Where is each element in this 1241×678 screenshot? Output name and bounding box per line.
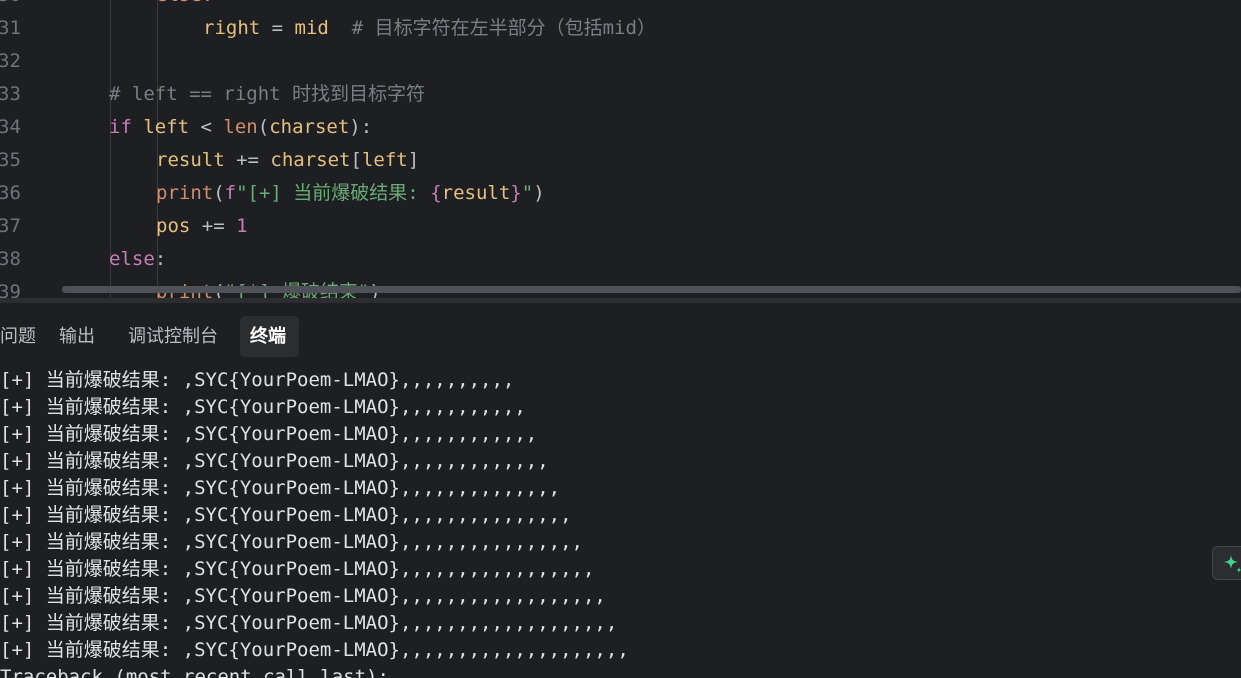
line-number: 36 bbox=[0, 182, 21, 204]
terminal-line: [+] 当前爆破结果: ,SYC{YourPoem-LMAO},,,,,,,,,… bbox=[0, 504, 572, 526]
code-token: " bbox=[521, 182, 534, 204]
code-token: : bbox=[154, 248, 167, 270]
code-token: += bbox=[224, 149, 271, 171]
code-token: { bbox=[430, 182, 442, 204]
line-number: 38 bbox=[0, 248, 21, 270]
code-token: ) bbox=[533, 182, 545, 204]
code-token: ] bbox=[407, 149, 420, 171]
code-content[interactable]: else: bbox=[156, 0, 213, 12]
code-token: } bbox=[510, 182, 522, 204]
code-token: # 目标字符在左半部分（包括mid） bbox=[328, 17, 656, 39]
line-number: 37 bbox=[0, 215, 21, 237]
terminal-line: [+] 当前爆破结果: ,SYC{YourPoem-LMAO},,,,,,,,,… bbox=[0, 585, 606, 607]
code-content[interactable]: print(f"[+] 当前爆破结果: {result}") bbox=[156, 177, 545, 210]
code-token: else bbox=[109, 248, 155, 270]
code-token: += bbox=[190, 215, 237, 237]
code-token: f bbox=[224, 182, 237, 204]
terminal-output[interactable]: [+] 当前爆破结果: ,SYC{YourPoem-LMAO},,,,,,,,,… bbox=[0, 365, 1241, 678]
code-token: charset bbox=[270, 149, 351, 171]
code-token: ): bbox=[349, 116, 373, 138]
line-number: 32 bbox=[0, 50, 21, 72]
code-token: result bbox=[441, 182, 511, 204]
line-number: 33 bbox=[0, 83, 21, 105]
code-line: 36 print(f"[+] 当前爆破结果: {result}") bbox=[0, 177, 1241, 210]
terminal-line: [+] 当前爆破结果: ,SYC{YourPoem-LMAO},,,,,,,,,… bbox=[0, 531, 583, 553]
code-token: left bbox=[361, 149, 408, 171]
code-token: 1 bbox=[236, 215, 248, 237]
terminal-line: [+] 当前爆破结果: ,SYC{YourPoem-LMAO},,,,,,,,,… bbox=[0, 423, 538, 445]
code-line: 34 if left < len(charset): bbox=[0, 111, 1241, 144]
code-content[interactable]: else: bbox=[109, 243, 166, 276]
terminal-line: Traceback (most recent call last): bbox=[0, 666, 389, 678]
tab-terminal[interactable]: 终端 bbox=[240, 316, 299, 357]
code-token: charset bbox=[269, 116, 350, 138]
code-token: left bbox=[143, 116, 190, 138]
ide-window: 30 else: 31 right = mid # 目标字符在左半部分（包括mi… bbox=[0, 0, 1241, 678]
code-token: [ bbox=[350, 149, 362, 171]
tab-output[interactable]: 输出 bbox=[49, 316, 105, 357]
terminal-line: [+] 当前爆破结果: ,SYC{YourPoem-LMAO},,,,,,,,,… bbox=[0, 450, 549, 472]
code-line: 32 bbox=[0, 45, 1241, 78]
terminal-line: [+] 当前爆破结果: ,SYC{YourPoem-LMAO},,,,,,,,,… bbox=[0, 396, 526, 418]
code-token: ( bbox=[213, 182, 225, 204]
code-line: 30 else: bbox=[0, 0, 1241, 12]
code-content[interactable]: # left == right 时找到目标字符 bbox=[109, 78, 425, 111]
line-number: 34 bbox=[0, 116, 21, 138]
code-line: 33 # left == right 时找到目标字符 bbox=[0, 78, 1241, 111]
terminal-line: [+] 当前爆破结果: ,SYC{YourPoem-LMAO},,,,,,,,,… bbox=[0, 612, 618, 634]
code-token: pos bbox=[156, 215, 191, 237]
terminal-line: [+] 当前爆破结果: ,SYC{YourPoem-LMAO},,,,,,,,,… bbox=[0, 477, 561, 499]
tab-debug-console[interactable]: 调试控制台 bbox=[118, 316, 228, 357]
code-token: # left == right 时找到目标字符 bbox=[109, 83, 426, 105]
ai-assistant-button[interactable] bbox=[1212, 546, 1241, 580]
code-content[interactable]: right = mid # 目标字符在左半部分（包括mid） bbox=[203, 12, 656, 45]
terminal-line: [+] 当前爆破结果: ,SYC{YourPoem-LMAO},,,,,,,,,… bbox=[0, 369, 515, 391]
code-token: else: bbox=[156, 0, 213, 6]
line-number: 35 bbox=[0, 149, 21, 171]
code-token: print bbox=[156, 182, 214, 204]
code-editor[interactable]: 30 else: 31 right = mid # 目标字符在左半部分（包括mi… bbox=[0, 0, 1241, 303]
line-number: 31 bbox=[0, 17, 21, 39]
horizontal-scrollbar-thumb[interactable] bbox=[62, 286, 1241, 293]
code-token: "[+] 当前爆破结果: bbox=[236, 182, 431, 204]
code-line: 35 result += charset[left] bbox=[0, 144, 1241, 177]
code-line: 37 pos += 1 bbox=[0, 210, 1241, 243]
code-line: 38 else: bbox=[0, 243, 1241, 276]
code-token: if bbox=[109, 116, 144, 138]
code-token: len bbox=[223, 116, 258, 138]
code-token: < bbox=[189, 116, 224, 138]
code-token: result bbox=[156, 149, 225, 171]
code-token: mid bbox=[294, 17, 329, 39]
code-token: = bbox=[260, 17, 295, 39]
code-content[interactable]: if left < len(charset): bbox=[109, 111, 372, 144]
line-number: 30 bbox=[0, 0, 21, 12]
terminal-line: [+] 当前爆破结果: ,SYC{YourPoem-LMAO},,,,,,,,,… bbox=[0, 639, 629, 661]
terminal-line: [+] 当前爆破结果: ,SYC{YourPoem-LMAO},,,,,,,,,… bbox=[0, 558, 595, 580]
code-token: ( bbox=[257, 116, 270, 138]
code-content[interactable]: pos += 1 bbox=[156, 210, 248, 243]
panel-tab-bar: 问题 输出 调试控制台 终端 bbox=[0, 303, 1241, 365]
code-line: 31 right = mid # 目标字符在左半部分（包括mid） bbox=[0, 12, 1241, 45]
tab-problems[interactable]: 问题 bbox=[0, 316, 46, 357]
code-token: right bbox=[203, 17, 261, 39]
code-content[interactable]: result += charset[left] bbox=[156, 144, 419, 177]
